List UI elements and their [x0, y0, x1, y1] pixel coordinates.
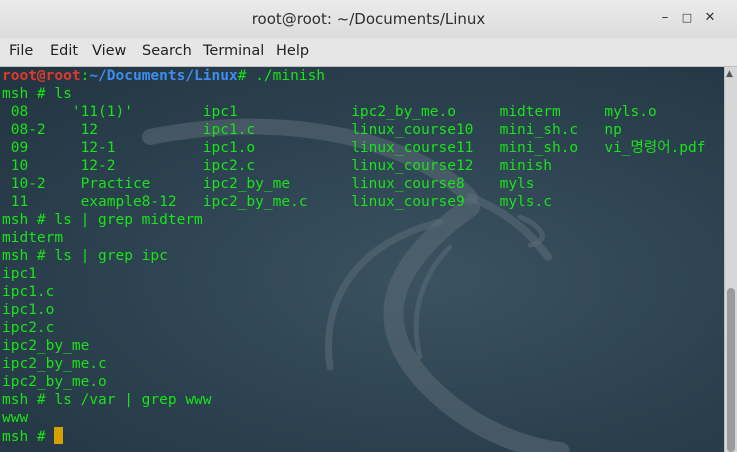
window-title: root@root: ~/Documents/Linux	[251, 10, 486, 28]
menu-file[interactable]: File	[9, 43, 33, 59]
output-line: ipc2.c	[2, 320, 55, 336]
output-line: midterm	[2, 230, 64, 246]
output-line: msh # ls | grep midterm	[2, 212, 203, 228]
minimize-icon[interactable]: –	[657, 10, 673, 26]
scrollbar-thumb[interactable]	[727, 288, 735, 452]
menu-help[interactable]: Help	[276, 43, 309, 59]
output-line: 09 12-1 ipc1.o linux_course11 mini_sh.o …	[2, 140, 706, 156]
prompt-hash: #	[237, 68, 256, 84]
output-line: ipc1.c	[2, 284, 55, 300]
prompt-user: root@root	[2, 68, 81, 84]
output-line: www	[2, 410, 29, 426]
current-prompt: msh #	[2, 429, 55, 445]
output-line: ipc1.o	[2, 302, 55, 318]
output-line: msh # ls	[2, 86, 72, 102]
output-line: 08-2 12 ipc1.c linux_course10 mini_sh.c …	[2, 122, 622, 138]
menu-terminal[interactable]: Terminal	[203, 43, 264, 59]
close-icon[interactable]: ✕	[702, 10, 718, 26]
scroll-up-icon[interactable]: ▲	[726, 69, 733, 79]
output-line: msh # ls /var | grep www	[2, 392, 212, 408]
output-line: ipc2_by_me	[2, 338, 90, 354]
output-line: 10-2 Practice ipc2_by_me linux_course8 m…	[2, 176, 535, 192]
title-bar: root@root: ~/Documents/Linux – □ ✕	[0, 0, 737, 39]
prompt-separator: :	[80, 68, 90, 84]
output-line: 10 12-2 ipc2.c linux_course12 minish	[2, 158, 552, 174]
menu-view[interactable]: View	[92, 43, 126, 59]
output-line: 11 example8-12 ipc2_by_me.c linux_course…	[2, 194, 552, 210]
output-line: ipc2_by_me.c	[2, 356, 107, 372]
prompt-path: ~/Documents/Linux	[89, 68, 238, 84]
scrollbar[interactable]: ▲	[724, 67, 737, 452]
terminal-output: root@root:~/Documents/Linux# ./minish ms…	[2, 67, 705, 446]
output-line: msh # ls | grep ipc	[2, 248, 168, 264]
output-line: 08 '11(1)' ipc1 ipc2_by_me.o midterm myl…	[2, 104, 657, 120]
menu-search[interactable]: Search	[142, 43, 192, 59]
maximize-icon[interactable]: □	[679, 10, 695, 26]
text-cursor[interactable]	[54, 427, 64, 444]
output-line: ipc1	[2, 266, 37, 282]
output-line: ipc2_by_me.o	[2, 374, 107, 390]
terminal-window: root@root: ~/Documents/Linux – □ ✕ File …	[0, 0, 737, 452]
terminal-area[interactable]: root@root:~/Documents/Linux# ./minish ms…	[0, 67, 724, 452]
command-text: ./minish	[255, 68, 326, 84]
menu-edit[interactable]: Edit	[50, 43, 78, 59]
menu-bar: File Edit View Search Terminal Help	[0, 38, 737, 67]
